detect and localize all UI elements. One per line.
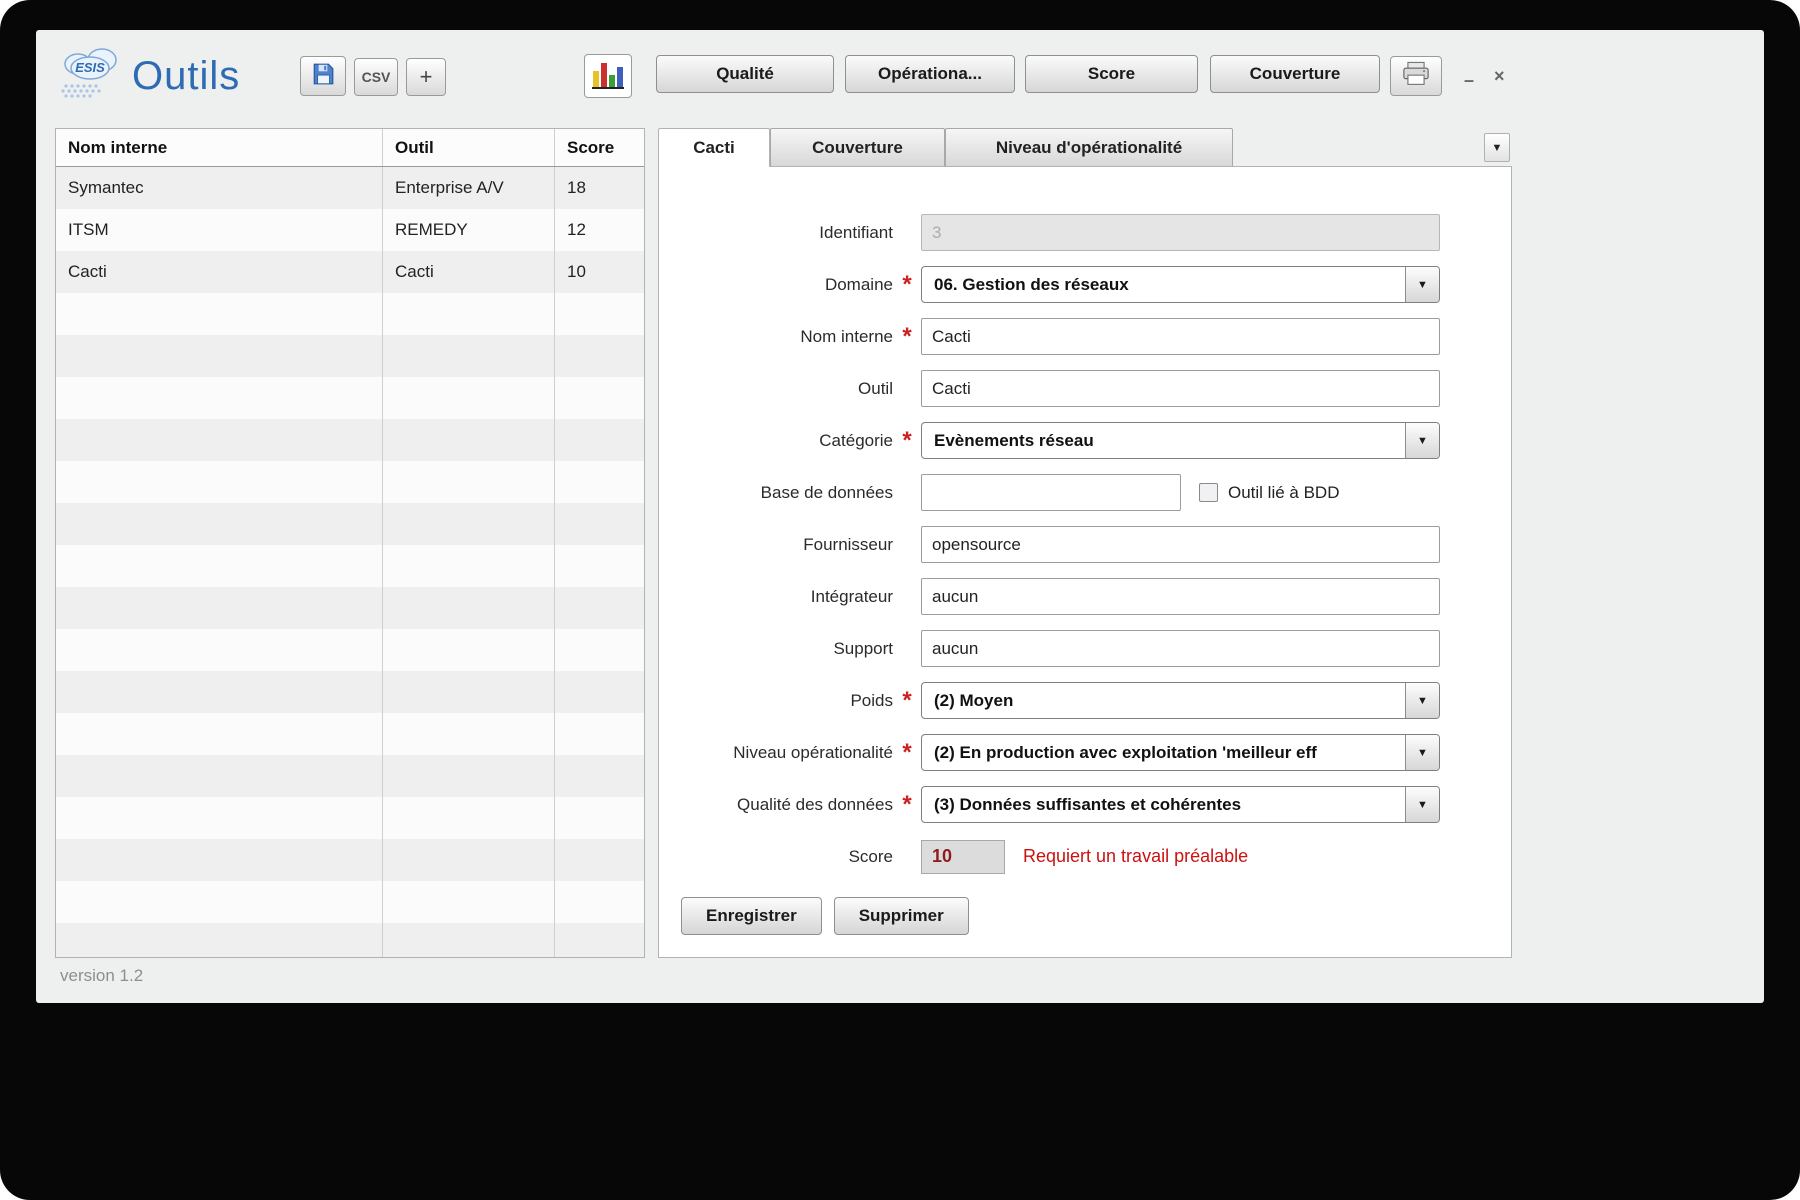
add-button[interactable]: +	[406, 58, 446, 96]
app-frame: ESIS Outils CSV + Qualité Opérationa... …	[0, 0, 1800, 1200]
chevron-down-icon[interactable]: ▼	[1405, 787, 1439, 822]
required-marker: *	[902, 322, 912, 350]
tools-table: Nom interne Outil Score Symantec Enterpr…	[55, 128, 645, 958]
outil-lie-bdd-checkbox[interactable]	[1199, 483, 1218, 502]
score-value: 10	[921, 839, 1005, 874]
table-row-empty[interactable]	[56, 377, 644, 419]
tab-niveau-operationalite[interactable]: Niveau d'opérationalité	[945, 128, 1233, 166]
base-de-donnees-label: Base de données	[760, 482, 893, 502]
support-label: Support	[833, 638, 893, 658]
support-input[interactable]	[921, 630, 1440, 667]
chevron-down-icon[interactable]: ▼	[1405, 267, 1439, 302]
domaine-label: Domaine	[824, 274, 893, 294]
table-row-empty[interactable]	[56, 671, 644, 713]
required-marker: *	[902, 738, 912, 766]
table-row-empty[interactable]	[56, 629, 644, 671]
required-marker: *	[902, 790, 912, 818]
chevron-down-icon[interactable]: ▼	[1405, 683, 1439, 718]
base-de-donnees-input[interactable]	[921, 474, 1181, 511]
chevron-down-icon[interactable]: ▼	[1405, 735, 1439, 770]
table-row-itsm[interactable]: ITSM REMEDY 12	[56, 209, 644, 251]
score-warning: Requiert un travail préalable	[1023, 846, 1249, 866]
tab-bar: Cacti Couverture Niveau d'opérationalité	[658, 128, 1512, 167]
niveau-operationalite-label: Niveau opérationalité	[733, 742, 893, 762]
save-button[interactable]	[300, 56, 346, 96]
nav-button-couverture[interactable]: Couverture	[1210, 55, 1380, 93]
table-row-empty[interactable]	[56, 839, 644, 881]
minimize-button[interactable]: –	[1464, 70, 1474, 91]
poids-label: Poids	[850, 690, 893, 710]
nav-button-operationalite[interactable]: Opérationa...	[845, 55, 1015, 93]
poids-select[interactable]: (2) Moyen ▼	[921, 682, 1440, 719]
floppy-disk-icon	[310, 61, 336, 92]
fournisseur-label: Fournisseur	[803, 534, 893, 554]
required-marker: *	[902, 686, 912, 714]
column-header-nom-interne[interactable]: Nom interne	[56, 129, 383, 166]
integrateur-label: Intégrateur	[810, 586, 893, 606]
close-button[interactable]: ×	[1494, 66, 1505, 87]
enregistrer-button[interactable]: Enregistrer	[681, 897, 822, 935]
tool-form: Identifiant Domaine * 06. Gestion des ré…	[658, 166, 1512, 958]
qualite-des-donnees-select[interactable]: (3) Données suffisantes et cohérentes ▼	[921, 786, 1440, 823]
table-row-empty[interactable]	[56, 797, 644, 839]
table-row-empty[interactable]	[56, 545, 644, 587]
outil-lie-bdd-label: Outil lié à BDD	[1228, 482, 1340, 502]
bar-chart-icon	[592, 63, 624, 89]
nom-interne-input[interactable]	[921, 318, 1440, 355]
outil-label: Outil	[858, 378, 893, 398]
app-title: Outils	[132, 54, 241, 98]
table-header: Nom interne Outil Score	[56, 129, 644, 167]
chart-button[interactable]	[584, 54, 632, 98]
esis-logo: ESIS	[58, 44, 126, 113]
table-row-empty[interactable]	[56, 713, 644, 755]
table-row-empty[interactable]	[56, 335, 644, 377]
identifiant-input	[921, 214, 1440, 251]
qualite-des-donnees-label: Qualité des données	[737, 794, 893, 814]
tab-couverture[interactable]: Couverture	[770, 128, 945, 166]
print-button[interactable]	[1390, 56, 1442, 96]
outils-window: ESIS Outils CSV + Qualité Opérationa... …	[36, 30, 1764, 1003]
csv-export-button[interactable]: CSV	[354, 58, 398, 96]
table-row-empty[interactable]	[56, 293, 644, 335]
table-row-empty[interactable]	[56, 881, 644, 923]
nav-button-score[interactable]: Score	[1025, 55, 1198, 93]
table-body: Symantec Enterprise A/V 18 ITSM REMEDY 1…	[56, 167, 644, 957]
required-marker: *	[902, 426, 912, 454]
tab-cacti[interactable]: Cacti	[658, 128, 770, 167]
categorie-label: Catégorie	[819, 430, 893, 450]
logo-text: ESIS	[75, 60, 105, 75]
fournisseur-input[interactable]	[921, 526, 1440, 563]
outil-input[interactable]	[921, 370, 1440, 407]
table-row-empty[interactable]	[56, 755, 644, 797]
niveau-operationalite-select[interactable]: (2) En production avec exploitation 'mei…	[921, 734, 1440, 771]
table-row-empty[interactable]	[56, 419, 644, 461]
table-row-empty[interactable]	[56, 587, 644, 629]
table-row-symantec[interactable]: Symantec Enterprise A/V 18	[56, 167, 644, 209]
table-row-empty[interactable]	[56, 461, 644, 503]
integrateur-input[interactable]	[921, 578, 1440, 615]
table-row-empty[interactable]	[56, 503, 644, 545]
categorie-select[interactable]: Evènements réseau ▼	[921, 422, 1440, 459]
nom-interne-label: Nom interne	[800, 326, 893, 346]
nav-button-qualite[interactable]: Qualité	[656, 55, 834, 93]
identifiant-label: Identifiant	[819, 222, 893, 242]
table-row-empty[interactable]	[56, 923, 644, 957]
version-label: version 1.2	[60, 966, 144, 985]
table-row-cacti[interactable]: Cacti Cacti 10	[56, 251, 644, 293]
required-marker: *	[902, 270, 912, 298]
column-header-score[interactable]: Score	[555, 129, 644, 166]
supprimer-button[interactable]: Supprimer	[833, 897, 969, 935]
score-label: Score	[848, 846, 893, 866]
chevron-down-icon[interactable]: ▼	[1405, 423, 1439, 458]
domaine-select[interactable]: 06. Gestion des réseaux ▼	[921, 266, 1440, 303]
detail-panel: Cacti Couverture Niveau d'opérationalité…	[658, 128, 1512, 958]
column-header-outil[interactable]: Outil	[383, 129, 555, 166]
printer-icon	[1401, 60, 1431, 93]
